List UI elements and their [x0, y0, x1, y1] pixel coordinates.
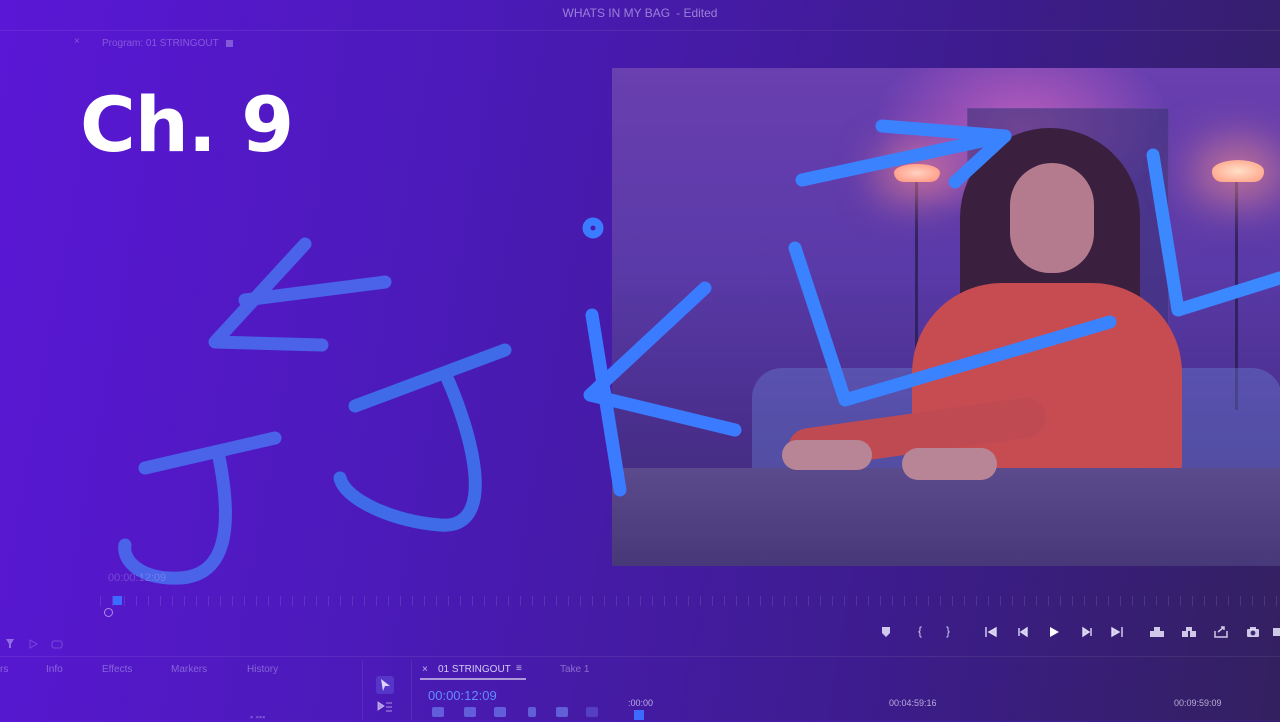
close-sequence-icon[interactable]: × [422, 664, 428, 675]
tab-info[interactable]: Info [46, 664, 63, 675]
panel-footer-faint: ▪ ▪▪▪ [250, 712, 266, 722]
camera-icon[interactable] [1246, 626, 1260, 638]
timeline-playhead[interactable] [634, 710, 644, 720]
monitor-timecode: 00:00:12:09 [108, 572, 167, 584]
letter-j-1 [118, 431, 282, 585]
filter-icon[interactable] [6, 639, 14, 648]
zoom-handle[interactable] [104, 608, 113, 617]
play-icon[interactable] [1048, 626, 1060, 638]
monitor-playhead[interactable] [113, 596, 122, 605]
letter-l-1 [788, 241, 1117, 407]
sequence-menu-icon[interactable]: ≡ [516, 663, 522, 674]
tab-markers[interactable]: Markers [171, 664, 207, 675]
ruler-tick-start: :00:00 [628, 698, 654, 708]
selection-arrow-icon [381, 679, 390, 691]
letter-j-2 [333, 343, 512, 532]
button-editor-icon[interactable] [1273, 626, 1280, 638]
mark-in-icon[interactable]: { [918, 624, 922, 638]
step-forward-icon[interactable] [1081, 626, 1093, 638]
letter-l-2 [1146, 148, 1280, 317]
track-select-tool[interactable] [376, 700, 394, 719]
sequence-timecode[interactable]: 00:00:12:09 [428, 688, 497, 703]
share-icon[interactable] [1214, 626, 1228, 638]
captions-icon[interactable] [586, 707, 598, 717]
sequence-tab[interactable]: 01 STRINGOUT [438, 664, 511, 675]
step-back-icon[interactable] [1017, 626, 1029, 638]
lift-icon[interactable] [1149, 626, 1165, 638]
mark-out-icon[interactable]: } [946, 624, 950, 638]
filter-tools [4, 638, 64, 653]
hand-drawn-overlay [118, 119, 1280, 585]
nest-icon[interactable] [432, 707, 444, 717]
linked-selection-icon[interactable] [494, 707, 506, 717]
extract-icon[interactable] [1181, 626, 1197, 638]
go-to-out-icon[interactable] [1110, 626, 1124, 638]
wrench-icon[interactable] [556, 707, 568, 717]
monitor-time-ruler[interactable] [100, 596, 1280, 606]
letter-k [582, 217, 742, 497]
ruler-tick-end: 00:09:59:09 [1174, 698, 1222, 708]
transport-controls: { } [0, 624, 1280, 646]
timeline-toolbar [430, 707, 610, 720]
take-tab[interactable]: Take 1 [560, 664, 589, 675]
add-marker-icon[interactable] [881, 626, 891, 638]
selection-tool[interactable] [376, 676, 394, 694]
tab-effects[interactable]: Effects [102, 664, 132, 675]
tab-history[interactable]: History [247, 664, 278, 675]
tab-project[interactable]: rs [0, 664, 8, 675]
left-arrow-icon [208, 237, 392, 352]
timeline-marker-icon[interactable] [528, 707, 536, 717]
active-tab-indicator [420, 678, 526, 680]
ruler-tick-mid: 00:04:59:16 [889, 698, 937, 708]
right-arrow-icon [795, 119, 1012, 189]
go-to-in-icon[interactable] [984, 626, 998, 638]
snap-icon[interactable] [464, 707, 476, 717]
